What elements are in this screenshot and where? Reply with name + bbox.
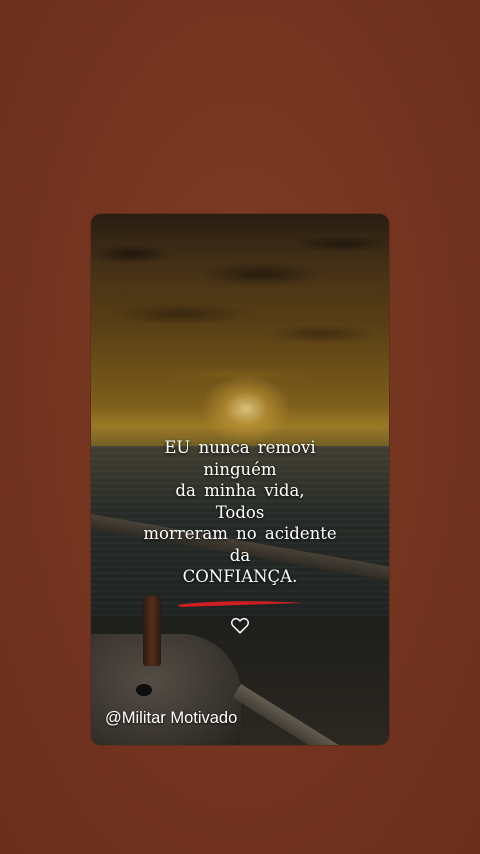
quote-line: EU nunca removi (164, 438, 316, 457)
heart-outline-icon[interactable] (229, 614, 251, 636)
author-handle: @Militar Motivado (105, 709, 238, 727)
quote-line: da (229, 545, 251, 565)
quote-text: EU nunca removi ninguém da minha vida, T… (91, 437, 389, 588)
quote-line: da minha vida, (175, 481, 305, 500)
red-brush-underline (177, 601, 303, 607)
quote-line: morreram no acidente (143, 524, 337, 543)
quote-line: Todos (215, 502, 265, 522)
quote-line: CONFIANÇA. (182, 567, 298, 586)
quote-line: ninguém (203, 459, 277, 479)
post-card[interactable]: EU nunca removi ninguém da minha vida, T… (91, 214, 389, 745)
